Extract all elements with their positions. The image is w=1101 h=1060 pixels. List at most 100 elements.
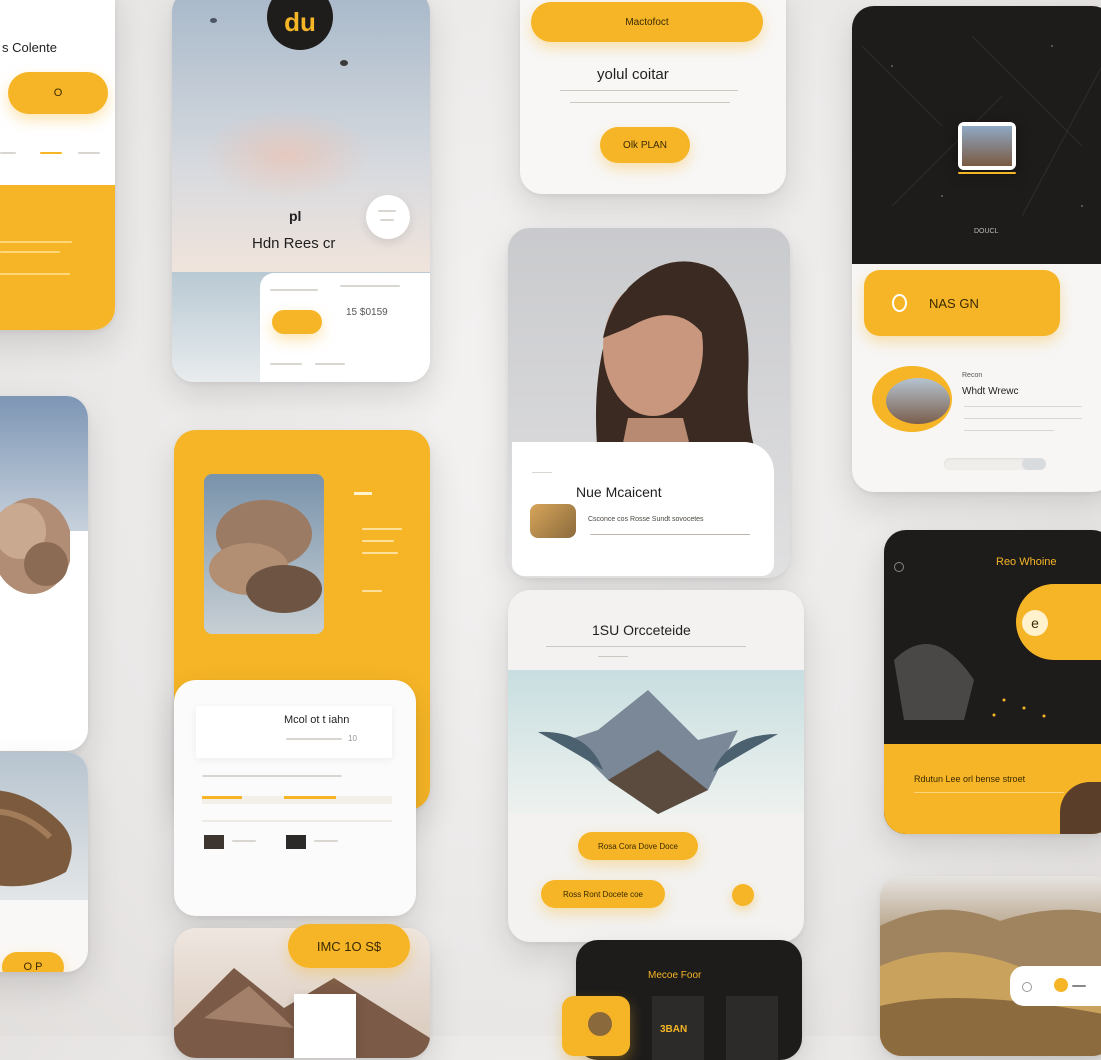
col4-feature-small: Recon [962,372,983,379]
col1-card-bottom: O P [0,752,88,972]
col4-feature-title: Whdt Wrewc [962,386,1019,397]
col4-dark2-image [1060,782,1101,834]
col1-divider-1 [0,152,16,154]
col3-dark-badge: 3BAN [660,1024,688,1035]
col1-pill-label: O [53,87,63,99]
col1-divider-3 [78,152,100,154]
col3-top-button-label: Mactofoct [625,16,669,28]
col3-yellow-tile[interactable] [562,996,630,1056]
col4-photo-frame[interactable] [958,122,1016,170]
col4-pill-label: NAS GN [929,295,979,311]
col3-portrait-image [596,261,758,458]
col1-bottom-pill[interactable]: O P [2,952,64,972]
col2-progress-fill [284,796,336,799]
col4-dark2-line [914,792,1064,793]
col2-info-line [380,219,394,221]
col3-cta-label: Olk PLAN [623,139,667,151]
col2-floating-dot [210,18,217,23]
col2-thumb-1[interactable] [204,835,224,849]
col4-feature-line [964,430,1054,431]
col3-cta-button[interactable]: Olk PLAN [600,127,690,163]
col1-pill-button[interactable]: O [8,72,108,114]
col2-heading-line [286,738,342,740]
col2-side-line [362,552,398,554]
col3-profile-line: Csconce cos Rosse Sundt sovocetes [588,516,704,523]
col4-yellow-blob: e [1016,584,1101,660]
col2-side-label [354,492,372,495]
col2-logo-circle: du [267,0,333,50]
col3-profile-subline [590,534,750,535]
col1-divider-2 [40,152,62,154]
col2-progress-fill [202,796,242,799]
col2-detail-header: Mcol ot t iahn 10 [196,706,392,758]
col4-dark-card: DOUCL NAS GN Recon Whdt Wrewc [852,6,1101,492]
col3-profile-card: Nue Mcaicent Csconce cos Rosse Sundt sov… [508,228,790,578]
col2-hero-card: du pl Hdn Rees cr 15 $0159 [172,0,430,382]
col4-pill-button[interactable]: NAS GN [864,270,1060,336]
col2-detail-card: Mcol ot t iahn 10 [174,680,416,916]
col3-mountain-panel [508,670,804,814]
col4-dark-caption: DOUCL [974,228,999,235]
col2-price-text: 15 $0159 [346,307,388,318]
col2-side-line [362,540,394,542]
col3-top-button[interactable]: Mactofoct [531,2,763,42]
col2-bottom-pill[interactable]: IMC 1O S$ [288,924,410,968]
col2-logo-text: du [284,6,316,37]
col4-photo-underline [958,172,1016,174]
col2-panel-line [270,363,302,365]
col4-toolbar-chip[interactable] [1010,966,1101,1006]
col3-pill-two[interactable]: Ross Ront Docete coe [541,880,665,908]
col3-yellow-tile-image [588,1012,612,1036]
col1-card-middle [0,396,88,751]
col4-slider-track[interactable] [944,458,1046,470]
col3-profile-title: Nue Mcaicent [576,484,662,500]
col3-dark-tile[interactable] [726,996,778,1060]
col2-panel-line [315,363,345,365]
col3-subtitle-line [570,102,730,103]
col3-pill-one[interactable]: Rosa Cora Dove Doce [578,832,698,860]
col4-chip-dot[interactable] [1054,978,1068,992]
col2-detail-line [202,775,342,777]
col2-thumb-2[interactable] [286,835,306,849]
col2-small-pill[interactable] [272,310,322,334]
col2-info-line [378,210,396,212]
col2-info-circle[interactable] [366,195,410,239]
col3-signup-card: Mactofoct yolul coitar Olk PLAN [520,0,786,194]
col3-section-title: 1SU Orcceteide [592,622,691,638]
col4-dark2-bottom: Rdutun Lee orl bense stroet [884,744,1101,834]
col4-feature-line [964,406,1082,407]
col4-feature-line [964,418,1082,419]
col1-card-top: s Colente O [0,0,115,330]
col4-chip-icon [1022,982,1032,992]
col3-pill-two-label: Ross Ront Docete coe [562,889,644,899]
col1-yellow-line [0,273,70,275]
col2-card-price: 10 [348,734,357,743]
col3-round-button[interactable] [732,884,754,906]
col1-header-title: s Colente [2,40,57,55]
col2-detail-line [202,820,392,822]
col3-profile-thumb[interactable] [530,504,576,538]
col4-blob-circle[interactable]: e [1022,610,1048,636]
col4-feature-image [886,378,950,424]
col3-profile-panel: Nue Mcaicent Csconce cos Rosse Sundt sov… [512,442,774,576]
col3-subtitle-line [560,90,738,91]
col2-floating-dot [340,60,348,66]
col4-photo [962,126,1012,166]
col3-dark-tile[interactable]: 3BAN [652,996,704,1060]
col2-side-line [362,528,402,530]
col2-thumb-line [232,840,256,842]
col4-slider-knob[interactable] [1022,458,1046,470]
col4-dark-panel: DOUCL [852,6,1101,264]
col3-title: yolul coitar [597,66,669,83]
col2-progress-track [202,796,392,804]
col2-side-line [362,590,382,592]
col3-landscape-card: 1SU Orcceteide Rosa Cora Dove Doce Ross … [508,590,804,942]
col3-profile-tag [532,472,552,473]
col1-yellow-panel [0,185,115,330]
col1-tree-image [0,476,70,606]
col2-hero-title: Hdn Rees cr [252,235,336,252]
col4-pill-icon [892,294,907,312]
col3-dark-title: Mecoe Foor [648,970,702,981]
col4-dark-card-2: Reo Whoine e Rdutun Lee orl bense stroet [884,530,1101,834]
col1-animal-image [0,752,88,900]
